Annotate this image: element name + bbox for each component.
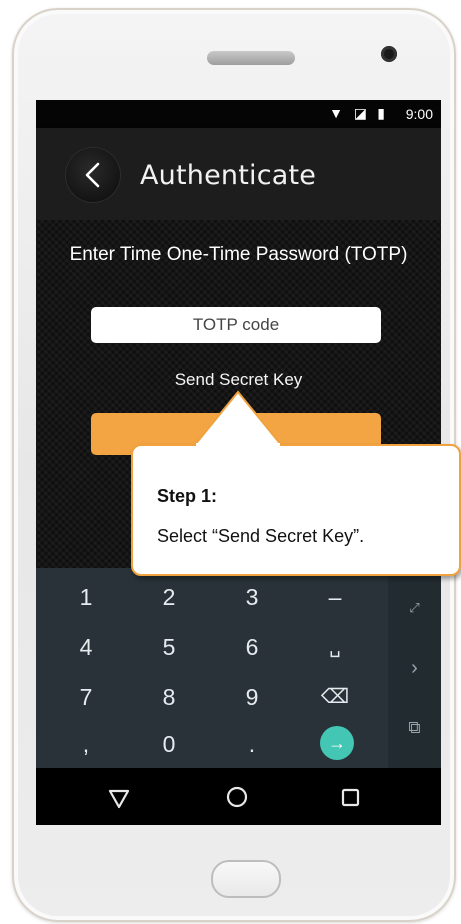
space-key-icon[interactable]: ␣: [305, 626, 365, 668]
chevron-right-icon[interactable]: ›: [388, 643, 441, 693]
app-bar: Authenticate: [36, 128, 441, 220]
key-8[interactable]: 8: [139, 676, 199, 718]
front-camera: [381, 46, 397, 62]
key-3[interactable]: 3: [222, 576, 282, 618]
back-button[interactable]: [66, 148, 120, 202]
key-7[interactable]: 7: [56, 676, 116, 718]
key-2[interactable]: 2: [139, 576, 199, 618]
fullscreen-icon[interactable]: ⤢: [388, 583, 441, 633]
tooltip-pointer-join: [196, 443, 280, 447]
go-arrow-icon[interactable]: →: [320, 726, 354, 760]
key-6[interactable]: 6: [222, 626, 282, 668]
numeric-keyboard: 1 2 3 – 4 5 6 ␣ 7 8 9 ⌫ , 0 . → ⤢ › ⧉: [36, 568, 441, 768]
home-button[interactable]: [211, 860, 281, 898]
totp-code-input[interactable]: [91, 307, 381, 343]
nav-back-icon[interactable]: [102, 780, 136, 814]
key-4[interactable]: 4: [56, 626, 116, 668]
key-minus[interactable]: –: [305, 576, 365, 618]
status-time: 9:00: [405, 106, 433, 122]
status-bar: ▼ ◪ ▮ 9:00: [36, 100, 441, 128]
earpiece-speaker: [207, 51, 295, 65]
key-5[interactable]: 5: [139, 626, 199, 668]
no-signal-icon: ◪: [353, 105, 367, 121]
nav-home-icon[interactable]: [220, 780, 254, 814]
back-arrow-icon: [85, 162, 100, 188]
backspace-icon[interactable]: ⌫: [305, 676, 365, 718]
key-period[interactable]: .: [222, 723, 282, 765]
send-secret-key-link[interactable]: Send Secret Key: [36, 370, 441, 390]
key-9[interactable]: 9: [222, 676, 282, 718]
keyboard-side-panel: ⤢ › ⧉: [388, 568, 441, 768]
key-0[interactable]: 0: [139, 723, 199, 765]
instruction-tooltip: Step 1: Select “Send Secret Key”.: [131, 444, 461, 576]
totp-prompt: Enter Time One-Time Password (TOTP): [69, 244, 408, 265]
tooltip-text: Select “Send Secret Key”.: [157, 526, 365, 546]
tooltip-title: Step 1:: [157, 486, 218, 506]
key-1[interactable]: 1: [56, 576, 116, 618]
page-title: Authenticate: [140, 160, 317, 191]
key-comma[interactable]: ,: [56, 723, 116, 765]
battery-icon: ▮: [377, 105, 385, 121]
nav-recents-icon[interactable]: [334, 780, 368, 814]
popout-icon[interactable]: ⧉: [388, 703, 441, 753]
navigation-bar: [36, 768, 441, 825]
wifi-icon: ▼: [329, 105, 343, 121]
tooltip-pointer: [194, 390, 284, 447]
